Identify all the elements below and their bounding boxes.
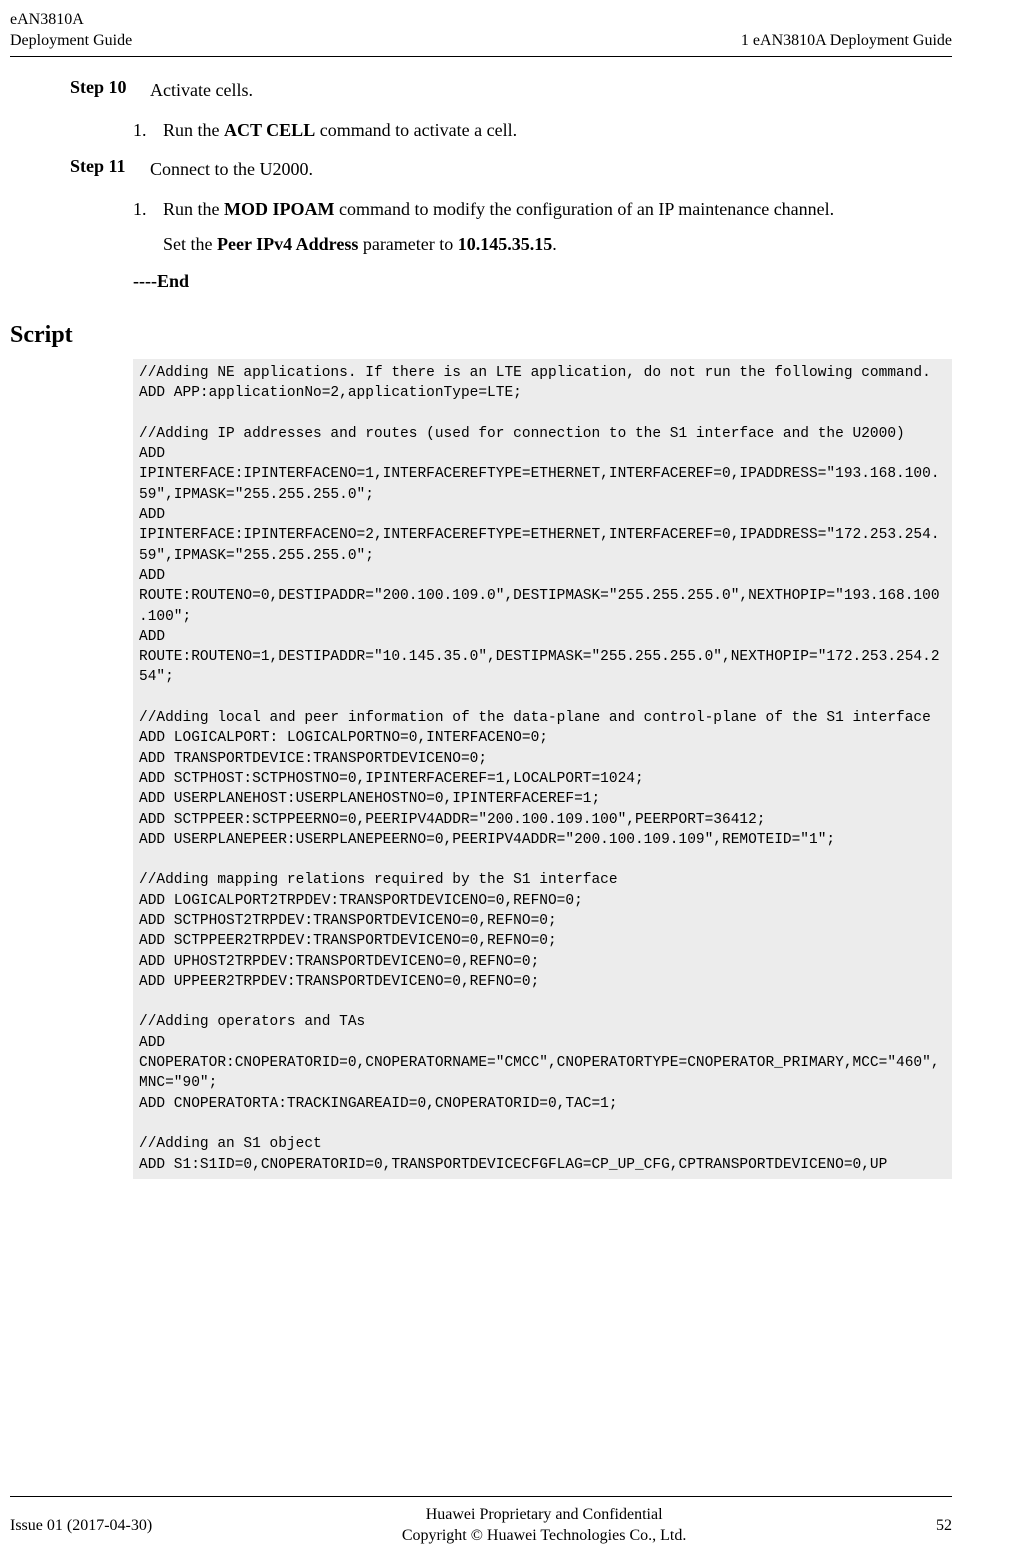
step-11-label: Step 11 [70, 156, 150, 177]
step-11-line-2: Set the Peer IPv4 Address parameter to 1… [163, 230, 952, 259]
footer-center: Huawei Proprietary and Confidential Copy… [402, 1505, 686, 1547]
step-10-item-1: 1.Run the ACT CELL command to activate a… [133, 116, 952, 145]
list-number: 1. [133, 195, 163, 224]
header-product: eAN3810A [10, 10, 132, 31]
page-content: Step 10 Activate cells. 1.Run the ACT CE… [10, 77, 952, 1477]
list-number: 1. [133, 116, 163, 145]
command-name: ACT CELL [224, 120, 315, 140]
footer-copyright: Copyright © Huawei Technologies Co., Ltd… [402, 1526, 686, 1547]
header-left: eAN3810A Deployment Guide [10, 10, 132, 52]
script-heading: Script [10, 322, 952, 349]
page-footer: Issue 01 (2017-04-30) Huawei Proprietary… [10, 1496, 952, 1547]
step-10-text: Activate cells. [150, 77, 952, 104]
step-11-item-1: 1.Run the MOD IPOAM command to modify th… [133, 195, 952, 224]
footer-confidential: Huawei Proprietary and Confidential [402, 1505, 686, 1526]
list-text: Run the MOD IPOAM command to modify the … [163, 199, 834, 219]
step-11: Step 11 Connect to the U2000. [70, 156, 952, 183]
param-name: Peer IPv4 Address [217, 234, 358, 254]
footer-page-number: 52 [936, 1517, 952, 1535]
step-10: Step 10 Activate cells. [70, 77, 952, 104]
header-doc-title: Deployment Guide [10, 31, 132, 52]
footer-issue: Issue 01 (2017-04-30) [10, 1517, 152, 1535]
command-name: MOD IPOAM [224, 199, 334, 219]
header-right: 1 eAN3810A Deployment Guide [741, 31, 952, 52]
step-10-label: Step 10 [70, 77, 150, 98]
page-header: eAN3810A Deployment Guide 1 eAN3810A Dep… [10, 10, 952, 57]
param-value: 10.145.35.15 [458, 234, 553, 254]
end-marker: ----End [133, 271, 952, 292]
list-text: Run the ACT CELL command to activate a c… [163, 120, 517, 140]
step-11-text: Connect to the U2000. [150, 156, 952, 183]
script-code-block: //Adding NE applications. If there is an… [133, 359, 952, 1179]
